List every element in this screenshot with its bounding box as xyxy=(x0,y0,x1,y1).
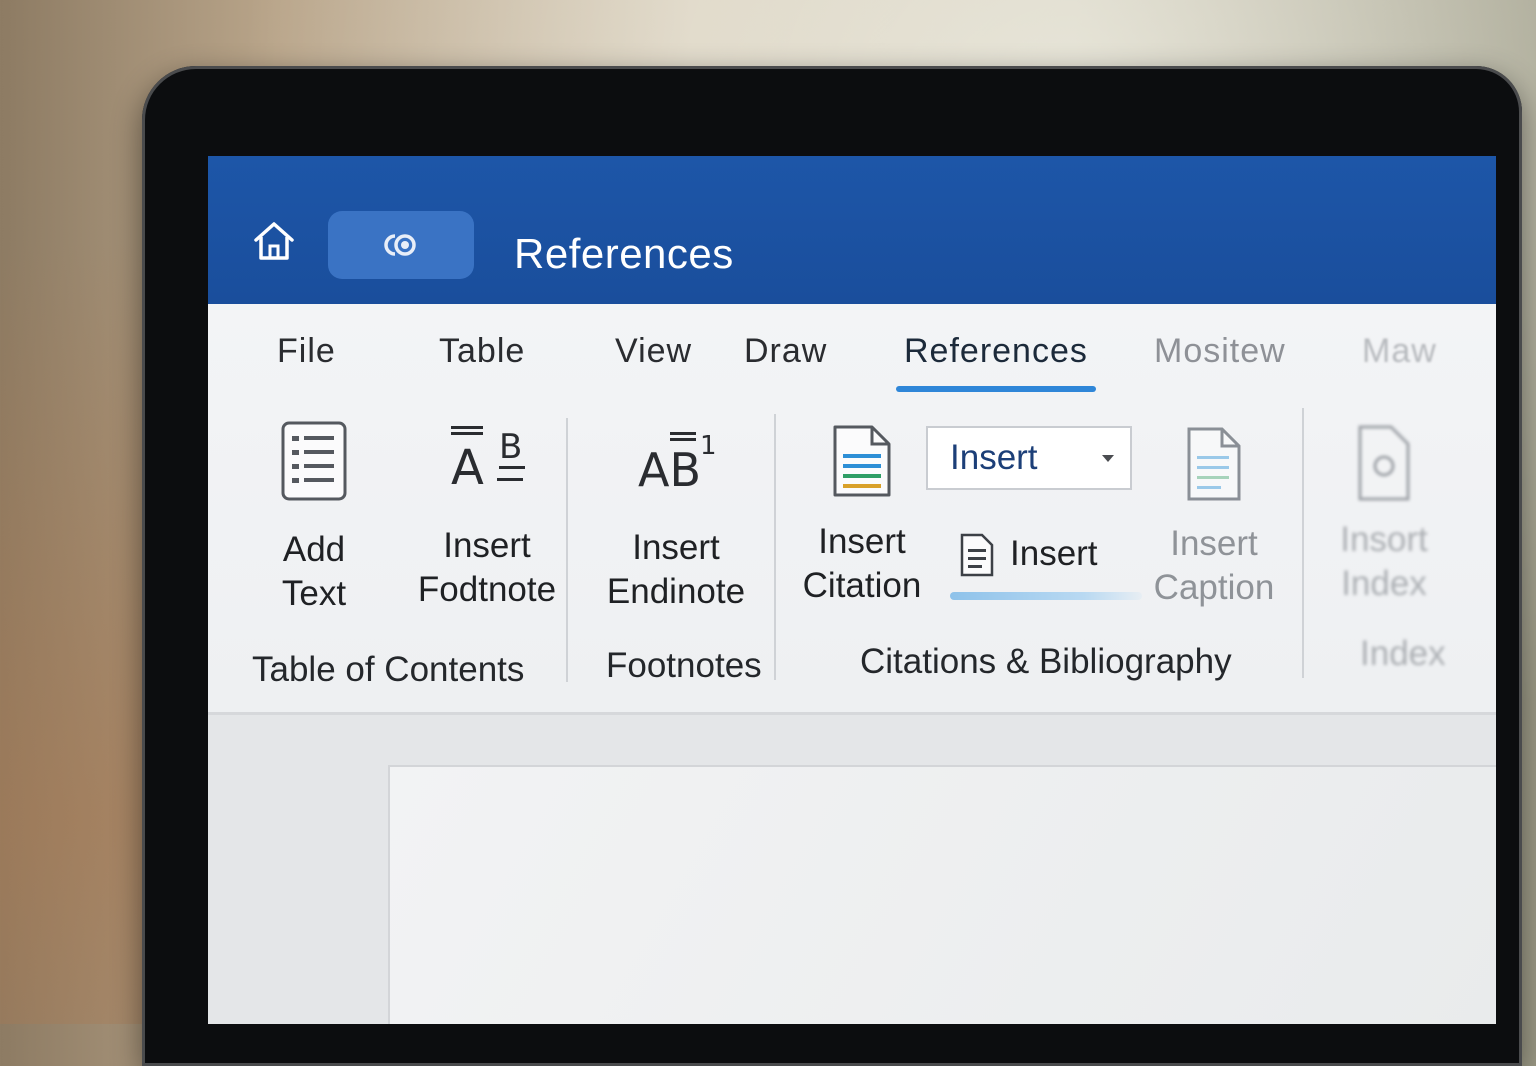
insert-endnote-label-1: Insert xyxy=(632,528,720,567)
svg-text:B: B xyxy=(499,427,522,467)
group-label-table-of-contents: Table of Contents xyxy=(252,650,525,689)
link-icon xyxy=(384,234,416,256)
insert-endnote-icon: AB 1 xyxy=(638,431,717,494)
citation-style-dropdown[interactable]: Insert xyxy=(926,426,1132,490)
tab-file[interactable]: File xyxy=(277,332,336,371)
group-separator xyxy=(566,418,568,682)
insert-index-button[interactable]: Insort Index xyxy=(1332,424,1436,606)
insert-citation-icon xyxy=(833,425,891,497)
tab-view[interactable]: View xyxy=(615,332,692,371)
link-button[interactable] xyxy=(328,211,474,279)
insert-endnote-button[interactable]: AB 1 Insert Endinote xyxy=(602,424,750,614)
window-title: References xyxy=(514,230,734,277)
insert-endnote-label-2: Endinote xyxy=(606,572,746,611)
add-text-label-1: Add xyxy=(282,530,346,569)
tab-draw[interactable]: Draw xyxy=(744,332,827,371)
insert-footnote-icon: A B xyxy=(451,426,525,492)
home-icon xyxy=(254,222,294,260)
active-tab-indicator xyxy=(896,386,1096,392)
home-button[interactable] xyxy=(246,216,302,266)
insert-citation-button[interactable]: Insert Citation xyxy=(798,424,926,608)
insert-citation-label-1: Insert xyxy=(818,522,906,561)
dropdown-value: Insert xyxy=(950,438,1038,477)
insert-caption-label-1: Insert xyxy=(1170,524,1258,563)
title-bar: References xyxy=(208,156,1496,304)
tab-maw[interactable]: Maw xyxy=(1362,332,1437,371)
add-text-button[interactable]: Add Text xyxy=(260,420,368,616)
group-label-index: Index xyxy=(1360,634,1446,673)
insert-index-label-1: Insort xyxy=(1340,520,1428,559)
insert-caption-icon xyxy=(1187,427,1241,501)
hover-indicator xyxy=(950,592,1142,600)
insert-footnote-button[interactable]: A B Insert Fodtnote xyxy=(414,422,560,612)
insert-index-icon xyxy=(1358,425,1410,501)
group-label-citations-bibliography: Citations & Bibliography xyxy=(860,642,1232,681)
svg-text:AB: AB xyxy=(638,443,701,494)
insert-small-button[interactable]: Insert xyxy=(960,524,1098,584)
insert-caption-label-2: Caption xyxy=(1153,568,1275,607)
insert-small-label: Insert xyxy=(1010,534,1098,573)
insert-index-label-2: Index xyxy=(1341,564,1427,603)
group-label-footnotes: Footnotes xyxy=(606,646,762,685)
group-separator xyxy=(1302,408,1304,678)
insert-citation-label-2: Citation xyxy=(802,566,922,605)
tab-table[interactable]: Table xyxy=(439,332,525,371)
insert-footnote-label-1: Insert xyxy=(443,526,531,565)
svg-text:A: A xyxy=(451,440,484,492)
tab-references[interactable]: References xyxy=(904,332,1088,371)
group-separator xyxy=(774,414,776,680)
add-text-icon xyxy=(281,421,347,501)
tab-mositew[interactable]: Mositew xyxy=(1154,332,1286,371)
word-app-window: References File Table View Draw Referenc… xyxy=(208,156,1496,1024)
insert-footnote-label-2: Fodtnote xyxy=(417,570,557,609)
svg-text:1: 1 xyxy=(700,431,717,461)
document-page[interactable] xyxy=(388,765,1496,1024)
add-text-label-2: Text xyxy=(281,574,347,613)
document-icon xyxy=(960,533,994,577)
insert-caption-button[interactable]: Insert Caption xyxy=(1152,426,1276,610)
dropdown-caret-icon xyxy=(1102,454,1114,462)
document-area xyxy=(208,715,1496,1024)
